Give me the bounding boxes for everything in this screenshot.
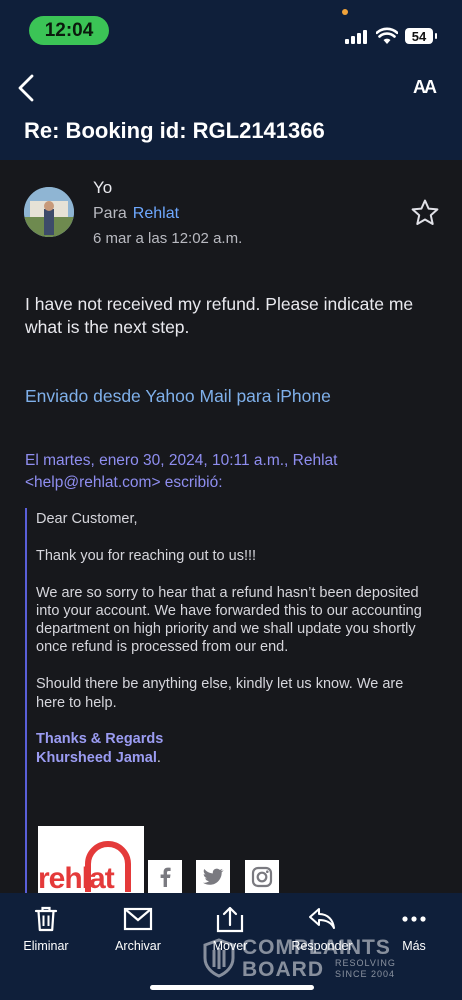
text-size-button[interactable]: AA — [413, 77, 437, 98]
more-icon — [402, 916, 426, 922]
back-arrow-icon[interactable] — [14, 72, 38, 104]
sender-name: Yo — [93, 178, 113, 197]
home-indicator[interactable] — [150, 985, 314, 990]
quote-bar — [25, 508, 27, 893]
quote-paragraph: Thank you for reaching out to us!!! — [36, 547, 257, 564]
privacy-indicator — [342, 9, 348, 15]
message-body: I have not received my refund. Please in… — [25, 294, 414, 337]
email-subject: Re: Booking id: RGL2141366 — [24, 118, 325, 143]
facebook-icon[interactable] — [148, 860, 182, 894]
to-label: Para — [93, 205, 127, 222]
signal-icon — [345, 30, 369, 44]
signoff: Thanks & Regards — [36, 731, 164, 748]
star-icon[interactable] — [410, 198, 440, 228]
sent-from-link[interactable]: Enviado desde Yahoo Mail para iPhone — [25, 386, 331, 407]
sent-date: 6 mar a las 12:02 a.m. — [93, 230, 243, 247]
quote-paragraph: We are so sorry to hear that a refund ha… — [36, 584, 422, 656]
delete-label: Eliminar — [23, 939, 69, 953]
wifi-icon — [376, 27, 398, 44]
mail-header: AA Re: Booking id: RGL2141366 — [0, 62, 462, 160]
archive-icon — [123, 907, 153, 931]
archive-label: Archivar — [115, 939, 161, 953]
status-time: 12:04 — [29, 16, 109, 45]
reply-icon — [309, 908, 335, 929]
delete-button[interactable]: Eliminar — [11, 905, 81, 953]
watermark-line1: COMPLAINTS — [242, 936, 391, 959]
twitter-icon[interactable] — [196, 860, 230, 894]
quote-header: El martes, enero 30, 2024, 10:11 a.m., R… — [25, 452, 338, 491]
rehlat-logo: rehlat — [38, 826, 144, 894]
recipient-line: Para Rehlat — [93, 205, 179, 223]
avatar-photo — [24, 187, 74, 237]
instagram-icon[interactable] — [245, 860, 279, 894]
shield-icon — [203, 938, 235, 978]
archive-button[interactable]: Archivar — [103, 905, 173, 953]
watermark-tagline: RESOLVING SINCE 2004 — [335, 958, 396, 979]
avatar[interactable] — [24, 187, 74, 237]
recipient-link[interactable]: Rehlat — [133, 205, 179, 222]
logo-text: rehlat — [38, 862, 115, 894]
trash-icon — [34, 906, 58, 932]
quote-greeting: Dear Customer, — [36, 511, 138, 527]
quoted-message: Dear Customer, Thank you for reaching ou… — [36, 510, 436, 767]
move-icon — [216, 906, 244, 933]
status-bar: 12:04 54 — [0, 0, 462, 62]
signer-name: Khursheed Jamal. — [36, 749, 161, 766]
quote-paragraph: Should there be anything else, kindly le… — [36, 676, 404, 711]
watermark: COMPLAINTS BOARD RESOLVING SINCE 2004 — [200, 936, 430, 981]
watermark-line2: BOARD — [242, 958, 324, 981]
battery-icon: 54 — [405, 28, 437, 44]
